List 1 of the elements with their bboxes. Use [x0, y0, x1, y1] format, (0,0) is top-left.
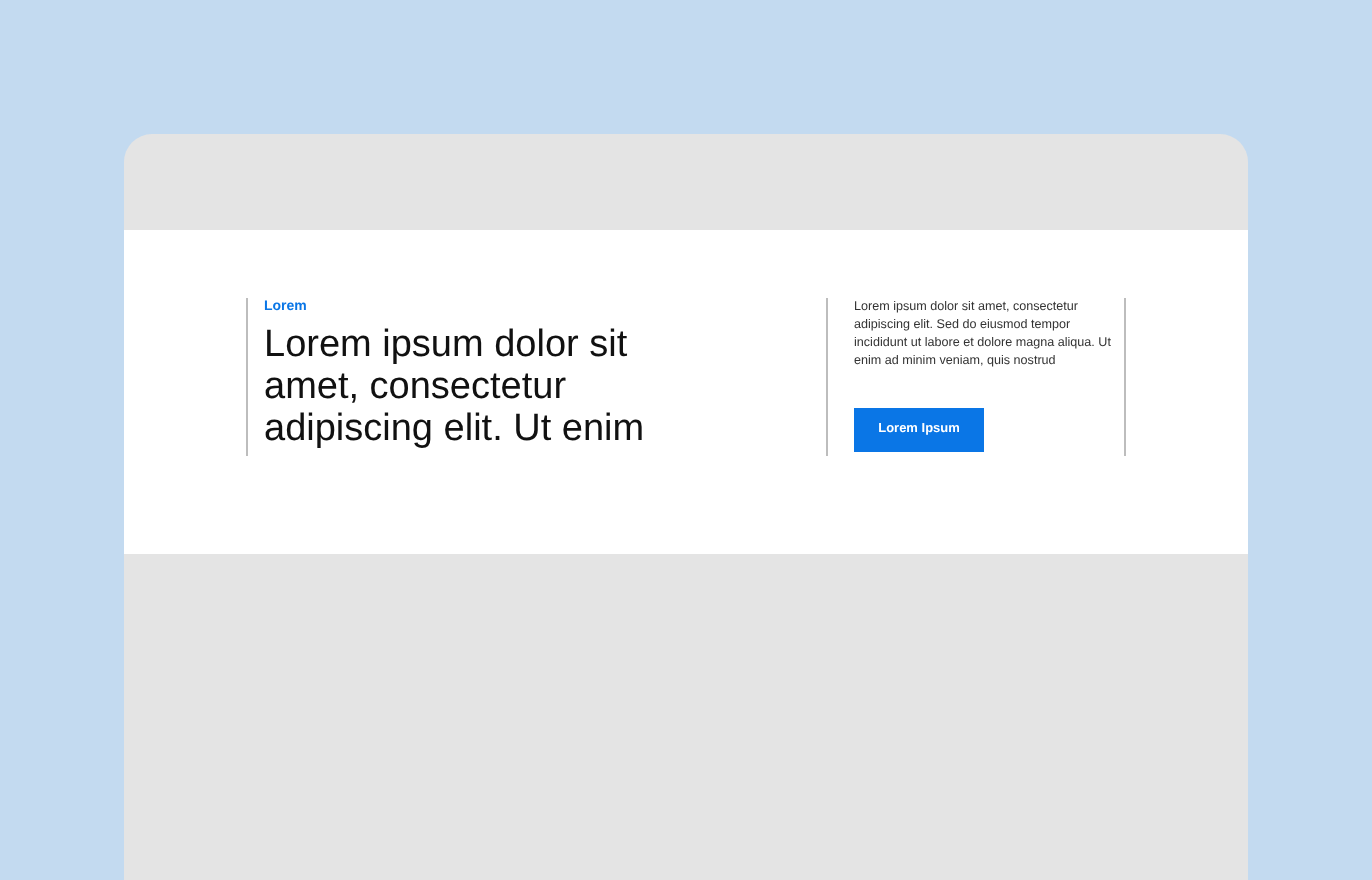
hero-heading: Lorem ipsum dolor sit amet, consectetur adipiscing elit. Ut enim	[264, 324, 647, 450]
